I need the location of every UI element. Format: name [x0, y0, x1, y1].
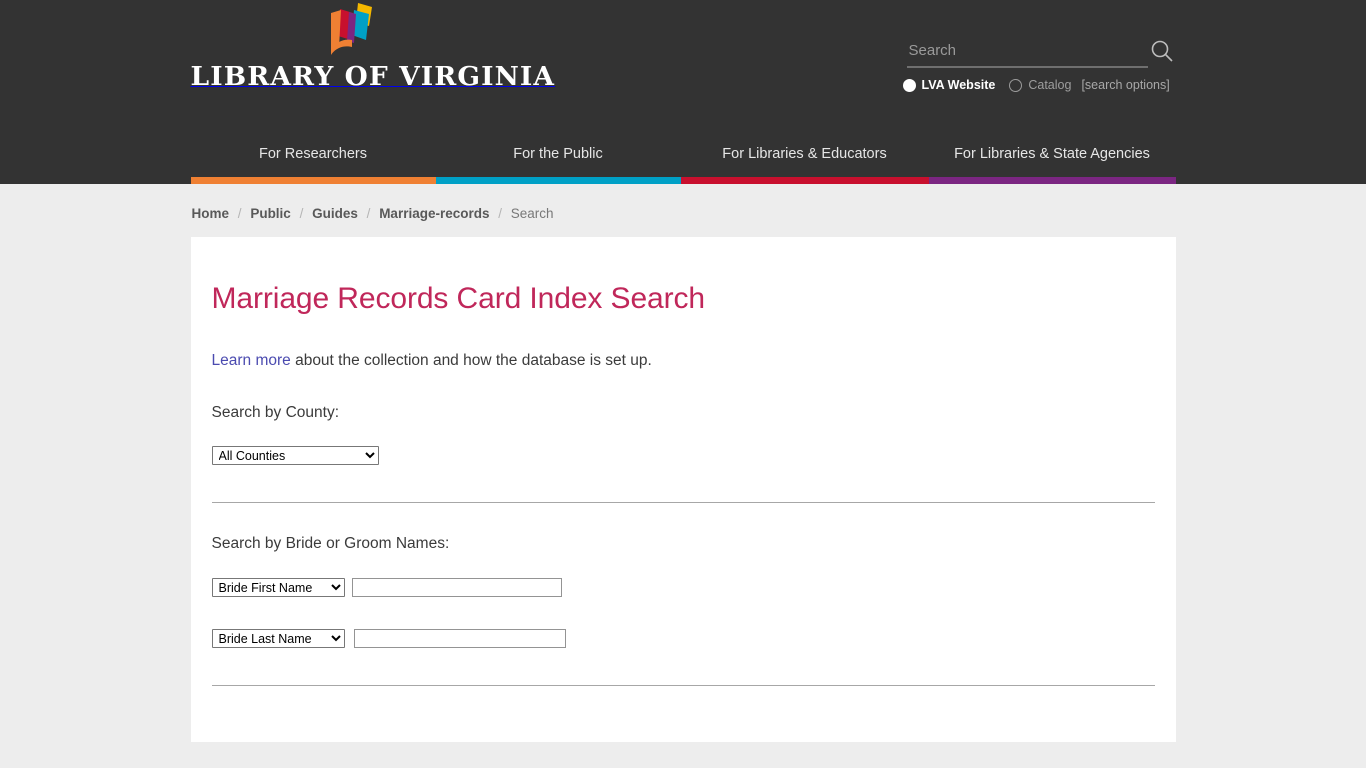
breadcrumb-item-marriage-records[interactable]: Marriage-records	[379, 206, 489, 221]
content-card: Marriage Records Card Index Search Learn…	[190, 237, 1176, 742]
breadcrumb-separator: /	[366, 206, 371, 221]
bride-last-name-field-select[interactable]: Bride Last Name	[211, 629, 345, 648]
search-icon	[1148, 40, 1176, 69]
site-header: LIBRARY OF VIRGINIA LVA Website	[0, 0, 1366, 184]
name-row-last: Bride Last Name	[211, 597, 1155, 648]
logo-wordmark: LIBRARY OF VIRGINIA	[190, 61, 556, 92]
bride-first-name-field-select[interactable]: Bride First Name	[211, 578, 345, 597]
intro-rest-text: about the collection and how the databas…	[290, 352, 652, 369]
radio-lva-website[interactable]	[902, 78, 916, 92]
color-bar-segment-cyan	[435, 177, 681, 184]
color-bar-segment-purple	[928, 177, 1176, 184]
scope-label-catalog[interactable]: Catalog	[1028, 78, 1071, 92]
breadcrumb-separator: /	[299, 206, 304, 221]
names-section-label: Search by Bride or Groom Names:	[211, 535, 450, 552]
breadcrumb-item-search: Search	[510, 206, 554, 221]
bride-first-name-input[interactable]	[351, 578, 562, 597]
breadcrumb-item-public[interactable]: Public	[250, 206, 291, 221]
breadcrumb-item-home[interactable]: Home	[192, 206, 230, 221]
search-options-link[interactable]: [search options]	[1081, 78, 1169, 92]
nav-item-for-libraries-educators[interactable]: For Libraries & Educators	[681, 146, 929, 176]
search-scope-group: LVA Website Catalog [search options]	[902, 78, 1170, 92]
search-input[interactable]	[906, 38, 1148, 68]
header-search: LVA Website Catalog [search options]	[891, 38, 1176, 92]
color-bar-segment-crimson	[680, 177, 929, 184]
bride-last-name-input[interactable]	[353, 629, 566, 648]
page-title: Marriage Records Card Index Search	[211, 282, 706, 315]
nav-item-for-researchers[interactable]: For Researchers	[191, 146, 436, 176]
name-row-first: Bride First Name	[211, 553, 1155, 597]
main-navigation: For Researchers For the Public For Libra…	[191, 146, 1176, 176]
county-section-label: Search by County:	[211, 404, 340, 421]
intro-paragraph: Learn more about the collection and how …	[212, 316, 1155, 370]
radio-catalog[interactable]	[1009, 78, 1023, 92]
nav-color-bar	[190, 177, 1176, 184]
open-book-logo-icon	[325, 3, 377, 60]
search-row	[891, 38, 1176, 72]
breadcrumb-separator: /	[237, 206, 242, 221]
color-bar-segment-orange	[190, 177, 436, 184]
county-select[interactable]: All Counties	[211, 446, 379, 465]
divider-after-names	[211, 685, 1155, 686]
nav-item-for-the-public[interactable]: For the Public	[436, 146, 681, 176]
scope-label-lva-website[interactable]: LVA Website	[922, 78, 996, 92]
learn-more-link[interactable]: Learn more	[212, 352, 291, 369]
breadcrumb: Home / Public / Guides / Marriage-record…	[191, 184, 1176, 237]
county-select-wrap: All Counties	[211, 422, 1155, 465]
header-inner: LIBRARY OF VIRGINIA LVA Website	[190, 0, 1176, 184]
search-submit-button[interactable]	[1148, 38, 1176, 66]
nav-item-for-libraries-state-agencies[interactable]: For Libraries & State Agencies	[929, 146, 1176, 176]
site-logo-link[interactable]: LIBRARY OF VIRGINIA	[191, 0, 554, 130]
breadcrumb-item-guides[interactable]: Guides	[312, 206, 358, 221]
breadcrumb-separator: /	[498, 206, 503, 221]
